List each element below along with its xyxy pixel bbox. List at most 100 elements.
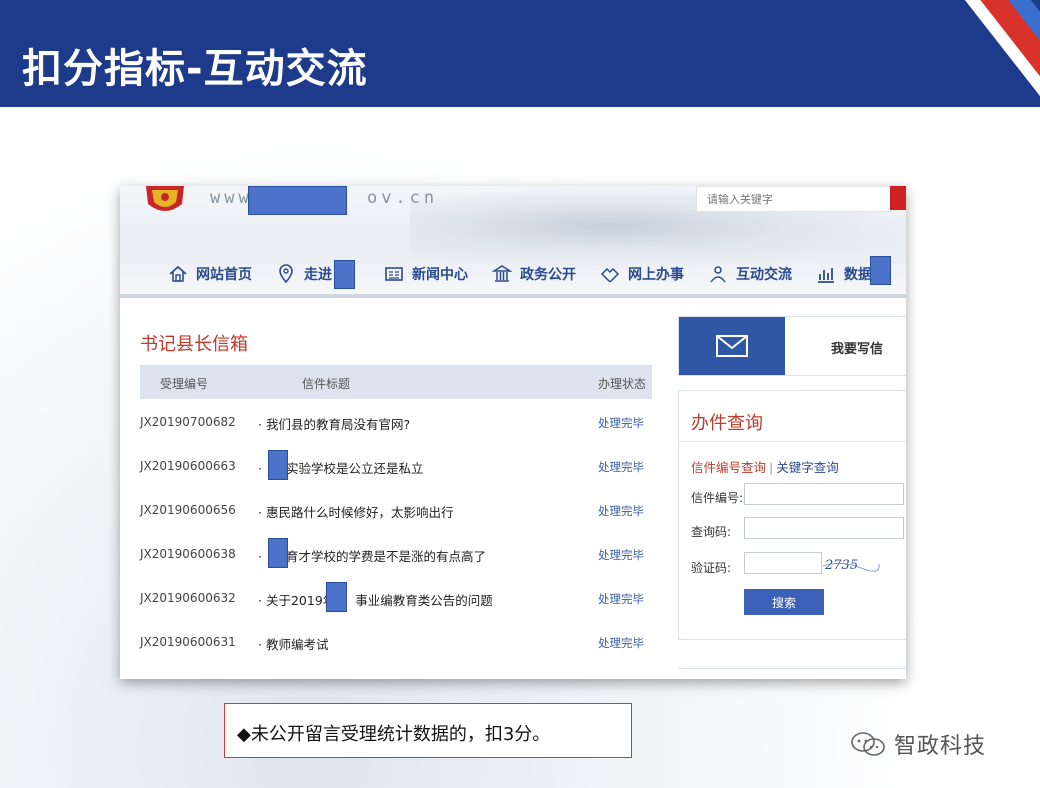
row-status: 处理完毕 xyxy=(598,548,644,562)
query-title: 办件查询 xyxy=(691,413,763,434)
nav-label: 网上办事 xyxy=(628,267,684,283)
table-row[interactable]: JX20190600638 · 育才学校的学费是不是涨的有点高了 处理完毕 xyxy=(140,533,652,577)
envelope-icon xyxy=(716,335,748,357)
watermark: 智政科技 xyxy=(850,728,986,760)
deduction-note-text: ◆未公开留言受理统计数据的，扣3分。 xyxy=(237,724,551,745)
row-title-text: 惠民路什么时候修好，太影响出行 xyxy=(265,505,454,520)
header-id: 受理编号 xyxy=(160,377,209,391)
table-row[interactable]: JX20190600663 · 实验学校是公立还是私立 处理完毕 xyxy=(140,445,652,489)
row-title[interactable]: · 惠民路什么时候修好，太影响出行 xyxy=(258,502,453,521)
nav-label: 数据 xyxy=(844,267,872,283)
query-code-label: 查询码: xyxy=(691,525,732,539)
row-status: 处理完毕 xyxy=(598,504,644,518)
newspaper-icon xyxy=(385,267,403,281)
slide-title: 扣分指标-互动交流 xyxy=(22,46,368,92)
row-title[interactable]: · 育才学校的学费是不是涨的有点高了 xyxy=(258,546,486,565)
nav-label: 网站首页 xyxy=(196,267,252,283)
bullet: · xyxy=(258,461,262,476)
row-title-text: 实验学校是公立还是私立 xyxy=(285,461,424,476)
bar-chart-icon xyxy=(818,268,834,283)
site-search-button[interactable] xyxy=(890,186,906,210)
redaction-box xyxy=(248,186,347,215)
nav-item-interaction[interactable]: 互动交流 xyxy=(708,264,792,284)
row-title-text: 育才学校的学费是不是涨的有点高了 xyxy=(285,549,486,564)
tab-keyword[interactable]: 关键字查询 xyxy=(776,460,839,475)
row-status: 处理完毕 xyxy=(598,592,644,606)
bullet: · xyxy=(258,505,262,520)
row-status: 处理完毕 xyxy=(598,416,644,430)
location-pin-icon xyxy=(279,264,293,284)
header-title: 信件标题 xyxy=(302,377,351,391)
people-icon xyxy=(710,266,726,283)
row-title[interactable]: · 关于2019年 事业编教育类公告的问题 xyxy=(258,590,493,609)
row-title-text: 教师编考试 xyxy=(265,637,329,652)
nav-item-online-services[interactable]: 网上办事 xyxy=(600,264,684,284)
table-row[interactable]: JX20190600632 · 关于2019年 事业编教育类公告的问题 处理完毕 xyxy=(140,577,652,621)
table-row[interactable]: JX20190600656 · 惠民路什么时候修好，太影响出行 处理完毕 xyxy=(140,489,652,533)
site-header: www.ov.cn 网站首页 走进 新闻中心 政务公开 xyxy=(120,186,906,298)
nav-label: 政务公开 xyxy=(520,267,576,283)
nav-item-home[interactable]: 网站首页 xyxy=(168,264,252,284)
bullet: · xyxy=(258,549,262,564)
query-tabs: 信件编号查询 | 关键字查询 xyxy=(691,457,839,476)
row-id: JX20190600632 xyxy=(140,591,236,605)
redaction-box xyxy=(334,260,355,289)
row-id: JX20190600638 xyxy=(140,547,236,561)
mailbox-title: 书记县长信箱 xyxy=(140,334,248,355)
site-search-box xyxy=(696,186,892,212)
nav-item-about[interactable]: 走进 xyxy=(276,264,332,284)
row-id: JX20190600631 xyxy=(140,635,236,649)
redaction-box xyxy=(268,538,288,568)
query-search-button[interactable]: 搜索 xyxy=(744,589,824,615)
site-search-input[interactable] xyxy=(705,188,889,210)
sidebar-extra-panel xyxy=(678,668,906,679)
government-building-icon xyxy=(492,265,512,282)
nav-item-gov-affairs[interactable]: 政务公开 xyxy=(492,264,576,284)
site-url-suffix: ov.cn xyxy=(366,188,439,208)
national-emblem-icon xyxy=(146,186,184,211)
handshake-icon xyxy=(600,267,620,283)
row-title-text: 我们县的教育局没有官网? xyxy=(265,417,411,432)
tab-separator: | xyxy=(769,460,774,475)
nav-label: 新闻中心 xyxy=(412,267,468,283)
captcha-label: 验证码: xyxy=(691,561,732,575)
deduction-note: ◆未公开留言受理统计数据的，扣3分。 xyxy=(224,703,632,758)
bullet: · xyxy=(258,593,262,608)
row-title[interactable]: · 教师编考试 xyxy=(258,634,328,653)
table-row[interactable]: JX20190700682 · 我们县的教育局没有官网? 处理完毕 xyxy=(140,401,652,445)
captcha-input[interactable] xyxy=(744,552,822,574)
mailbox-table-header: 受理编号 信件标题 办理状态 xyxy=(140,365,652,399)
row-id: JX20190600656 xyxy=(140,503,236,517)
redaction-box xyxy=(870,256,891,285)
row-status: 处理完毕 xyxy=(598,636,644,650)
header-status: 办理状态 xyxy=(598,377,647,391)
row-id: JX20190700682 xyxy=(140,415,236,429)
letter-number-input[interactable] xyxy=(744,483,904,505)
bullet: · xyxy=(258,417,262,432)
write-letter-label: 我要写信 xyxy=(831,342,884,357)
redaction-box xyxy=(326,582,347,612)
nav-divider xyxy=(120,294,906,298)
query-code-input[interactable] xyxy=(744,517,904,539)
query-divider xyxy=(679,441,906,442)
write-letter-icon-block xyxy=(679,317,785,375)
table-row[interactable]: JX20190600631 · 教师编考试 处理完毕 xyxy=(140,621,652,665)
tab-letter-number[interactable]: 信件编号查询 xyxy=(691,460,766,475)
bullet: · xyxy=(258,637,262,652)
nav-item-data[interactable]: 数据 xyxy=(816,264,872,284)
row-title-text: 关于2019年 xyxy=(265,593,336,608)
letter-number-label: 信件编号: xyxy=(691,491,744,505)
query-panel: 办件查询 信件编号查询 | 关键字查询 信件编号: 查询码: 验证码: 2735 搜… xyxy=(678,390,906,640)
site-nav: 网站首页 走进 新闻中心 政务公开 网上办事 互动交流 数据 xyxy=(120,248,906,294)
slide-banner: 扣分指标-互动交流 xyxy=(0,0,1040,107)
nav-item-news[interactable]: 新闻中心 xyxy=(384,264,468,284)
website-screenshot: www.ov.cn 网站首页 走进 新闻中心 政务公开 xyxy=(120,186,906,679)
row-title-suffix: 事业编教育类公告的问题 xyxy=(355,593,493,608)
write-letter-panel[interactable]: 我要写信 xyxy=(678,316,906,376)
row-id: JX20190600663 xyxy=(140,459,236,473)
nav-label: 走进 xyxy=(304,267,332,283)
wechat-icon xyxy=(851,732,885,756)
row-title[interactable]: · 我们县的教育局没有官网? xyxy=(258,414,410,433)
captcha-image[interactable]: 2735 xyxy=(821,554,881,574)
home-icon xyxy=(169,265,187,282)
